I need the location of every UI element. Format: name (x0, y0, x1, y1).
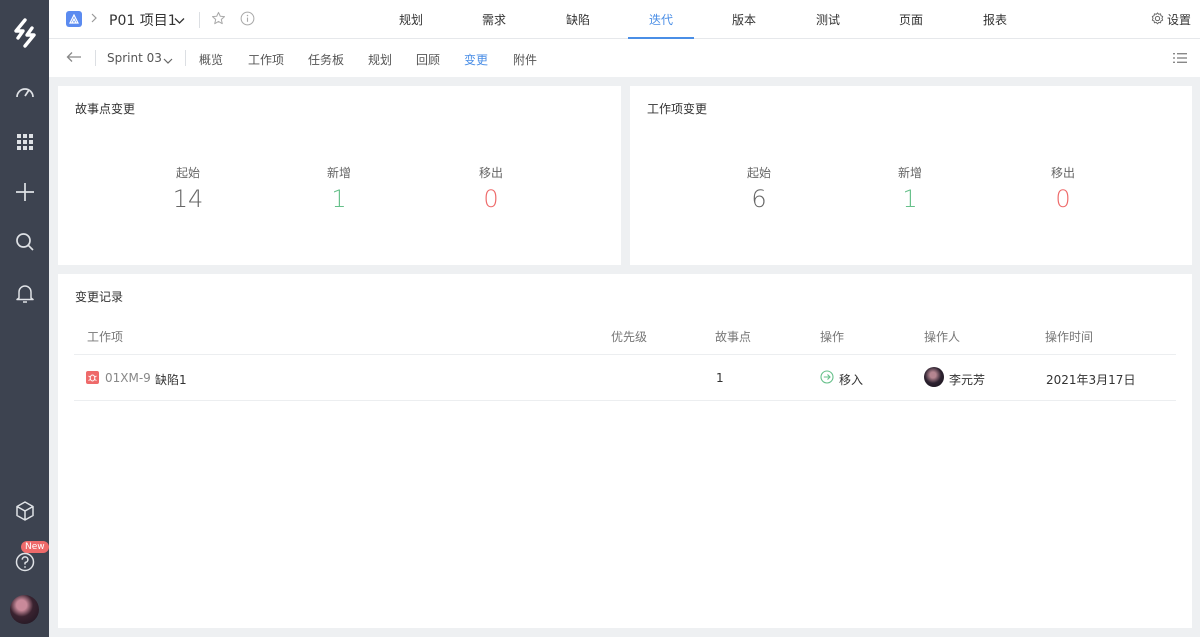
search-icon[interactable] (0, 227, 49, 257)
top-header: P01 项目1 规划 需求 缺陷 迭代 版本 测试 页面 报表 设置 (49, 0, 1200, 39)
divider (199, 12, 200, 28)
gear-icon (1151, 11, 1164, 28)
tab-overview[interactable]: 概览 (199, 51, 223, 68)
nav-requirements[interactable]: 需求 (482, 11, 506, 28)
tab-changes[interactable]: 变更 (464, 51, 488, 68)
list-view-icon[interactable] (1173, 52, 1187, 67)
back-arrow-icon[interactable] (66, 51, 82, 66)
move-in-icon (820, 370, 834, 387)
stat-value: 0 (1055, 185, 1071, 213)
sprint-selector[interactable]: Sprint 03 (107, 51, 162, 65)
bell-icon[interactable] (0, 278, 49, 308)
column-header[interactable]: 操作人 (924, 328, 960, 345)
nav-pages[interactable]: 页面 (899, 11, 923, 28)
stat-added: 新增 1 (870, 166, 950, 214)
stat-label: 移出 (1050, 166, 1075, 180)
sub-nav: Sprint 03 概览 工作项 任务板 规划 回顾 变更 附件 (49, 39, 1200, 77)
column-header[interactable]: 优先级 (611, 328, 647, 345)
work-item-name[interactable]: 缺陷1 (155, 371, 187, 388)
action-cell: 移入 (839, 373, 864, 387)
stat-start: 起始 14 (148, 166, 228, 214)
column-header[interactable]: 操作时间 (1045, 328, 1093, 345)
nav-defects[interactable]: 缺陷 (566, 11, 590, 28)
stat-removed: 移出 0 (451, 166, 531, 214)
work-item-id[interactable]: 01XM-9 (105, 371, 151, 385)
column-header[interactable]: 操作 (820, 328, 844, 345)
stat-start: 起始 6 (719, 166, 799, 214)
info-icon[interactable] (240, 11, 255, 29)
time-cell: 2021年3月17日 (1046, 373, 1136, 387)
card-title: 变更记录 (75, 290, 124, 304)
stat-label: 新增 (897, 166, 922, 180)
stat-label: 新增 (326, 166, 351, 180)
breadcrumb-chevron-icon (90, 12, 98, 27)
settings-label: 设置 (1166, 13, 1191, 27)
stat-removed: 移出 0 (1023, 166, 1103, 214)
card-title: 故事点变更 (75, 102, 136, 116)
nav-iterations[interactable]: 迭代 (649, 11, 673, 28)
table-row[interactable]: 01XM-9 缺陷1 1 移入 李元芳 2021年3月17日 (74, 355, 1176, 401)
chevron-down-icon[interactable] (163, 54, 173, 68)
nav-testing[interactable]: 测试 (816, 11, 840, 28)
story-points-card: 故事点变更 起始 14 新增 1 移出 0 (58, 86, 621, 265)
stat-value: 1 (902, 185, 918, 213)
tab-attachments[interactable]: 附件 (513, 51, 537, 68)
stat-value: 1 (331, 185, 347, 213)
dashboard-icon[interactable] (0, 77, 49, 107)
tab-task-board[interactable]: 任务板 (308, 51, 344, 68)
card-title: 工作项变更 (647, 102, 708, 116)
stat-value: 6 (751, 185, 767, 213)
logo-icon[interactable] (0, 18, 49, 48)
user-avatar[interactable] (10, 595, 39, 624)
operator-cell: 李元芳 (949, 373, 986, 387)
story-points-cell: 1 (716, 371, 724, 385)
cube-icon[interactable] (0, 496, 49, 526)
avatar (924, 367, 944, 387)
divider (185, 50, 186, 66)
nav-reports[interactable]: 报表 (983, 11, 1007, 28)
stat-label: 起始 (746, 166, 771, 180)
tab-retrospective[interactable]: 回顾 (416, 51, 440, 68)
apps-grid-icon[interactable] (0, 127, 49, 157)
column-header[interactable]: 工作项 (87, 328, 123, 345)
divider (95, 50, 96, 66)
project-name[interactable]: P01 项目1 (109, 10, 177, 30)
change-log-card: 变更记录 工作项 优先级 故事点 操作 操作人 操作时间 01XM-9 缺陷1 … (58, 274, 1192, 628)
work-items-card: 工作项变更 起始 6 新增 1 移出 0 (630, 86, 1192, 265)
tab-work-items[interactable]: 工作项 (248, 51, 284, 68)
tab-planning[interactable]: 规划 (368, 51, 392, 68)
settings-button[interactable]: 设置 (1151, 11, 1191, 28)
left-rail: New (0, 0, 49, 637)
nav-versions[interactable]: 版本 (732, 11, 756, 28)
help-icon[interactable] (0, 547, 49, 577)
add-icon[interactable] (0, 177, 49, 207)
star-icon[interactable] (211, 11, 226, 29)
chevron-down-icon[interactable] (174, 14, 185, 28)
bug-icon (86, 371, 99, 384)
project-logo-icon (66, 11, 82, 27)
stat-value: 14 (172, 185, 204, 213)
stat-value: 0 (483, 185, 499, 213)
stat-added: 新增 1 (299, 166, 379, 214)
column-header[interactable]: 故事点 (715, 328, 751, 345)
stat-label: 移出 (478, 166, 503, 180)
stat-label: 起始 (175, 166, 200, 180)
nav-planning[interactable]: 规划 (399, 11, 423, 28)
